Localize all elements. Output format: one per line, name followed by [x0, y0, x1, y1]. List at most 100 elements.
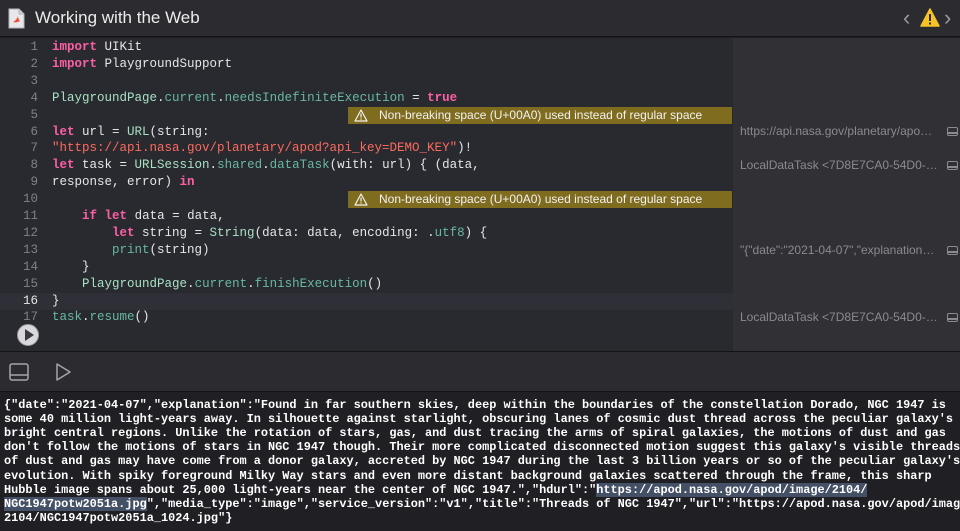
line-number: 1: [30, 40, 38, 54]
warning-icon[interactable]: [920, 8, 940, 27]
chevron-left-icon[interactable]: ‹: [903, 0, 910, 36]
code-token: response, error): [52, 175, 180, 190]
code-token: (): [367, 276, 383, 291]
result-row: "{"date":"2021-04-07","explanation":"Fou…: [740, 242, 958, 259]
quick-look-icon[interactable]: [947, 313, 958, 322]
code-line[interactable]: 11 if let data = data,: [0, 208, 733, 225]
code-line[interactable]: 13 print(string): [0, 242, 733, 259]
console-text: of dust and gas may have come from a don…: [4, 454, 960, 469]
code-token: data = data,: [127, 209, 225, 223]
code-text: print(string): [52, 242, 210, 259]
code-line[interactable]: 2 import PlaygroundSupport: [0, 56, 733, 73]
play-icon[interactable]: [54, 363, 72, 381]
code-line[interactable]: 16}: [0, 292, 733, 310]
result-value: LocalDataTask <7D8E7CA0-54D0-4A1B-9E2C-0…: [740, 310, 938, 324]
code-token: in: [179, 175, 195, 190]
console-line: don't follow the motions of stars in NGC…: [4, 440, 960, 454]
code-token: let: [104, 209, 128, 223]
line-number: 7: [30, 141, 38, 156]
quick-look-icon[interactable]: [947, 127, 958, 136]
line-number: 16: [22, 293, 38, 308]
code-text: let task = URLSession.shared.dataTask(wi…: [52, 157, 480, 174]
run-playground-button[interactable]: [17, 324, 39, 346]
code-line[interactable]: 6 let url = URL(string:: [0, 124, 733, 141]
code-token: (string:: [149, 124, 210, 139]
code-line[interactable]: 7 "https://api.nasa.gov/planetary/apod?ap…: [0, 140, 733, 157]
results-sidebar: https://api.nasa.gov/planetary/apod?api_…: [733, 38, 960, 351]
code-token: url =: [74, 124, 128, 139]
line-number: 15: [22, 276, 38, 291]
result-row: LocalDataTask <7D8E7CA0-54D0-4A1B-9E2C-0…: [740, 309, 958, 326]
code-text: "https://api.nasa.gov/planetary/apod?api…: [52, 140, 472, 157]
line-number: 14: [22, 259, 38, 274]
warning-icon: [354, 109, 368, 122]
console-text: ","media_type":"image","service_version"…: [146, 496, 960, 511]
code-token: UIKit: [97, 40, 143, 54]
warning-banner[interactable]: Non-breaking space (U+00A0) used instead…: [348, 107, 732, 124]
code-token: .: [217, 90, 225, 105]
code-token: URLSession: [134, 158, 210, 173]
code-line[interactable]: 9 response, error) in: [0, 174, 733, 191]
code-text: if let data = data,: [52, 208, 225, 225]
code-token: =: [404, 90, 428, 105]
code-token: .: [247, 276, 255, 291]
line-number: 10: [22, 192, 38, 207]
code-token: string =: [134, 225, 210, 240]
code-line[interactable]: 4 PlaygroundPage.current.needsIndefiniteE…: [0, 90, 733, 107]
code-token: (): [134, 310, 150, 325]
code-line[interactable]: 1 import UIKit: [0, 39, 733, 56]
line-number: 13: [22, 242, 38, 257]
console-line: of dust and gas may have come from a don…: [4, 454, 960, 468]
code-token: PlaygroundPage: [82, 276, 188, 291]
console-output[interactable]: {"date":"2021-04-07","explanation":"Foun…: [0, 392, 960, 531]
code-token: URL: [127, 124, 150, 139]
code-line[interactable]: 15 PlaygroundPage.current.finishExecutio…: [0, 276, 733, 293]
code-token: String: [209, 225, 255, 240]
code-text: import PlaygroundSupport: [52, 56, 232, 73]
code-line[interactable]: 8 let task = URLSession.shared.dataTask(w…: [0, 157, 733, 174]
debug-bar: [0, 351, 960, 392]
console-text: Hubble image spans about 25,000 light-ye…: [4, 482, 597, 497]
code-token: "https://api.nasa.gov/planetary/apod?api…: [52, 141, 458, 156]
code-token: true: [427, 90, 458, 105]
result-row: https://api.nasa.gov/planetary/apod?api_…: [740, 123, 958, 140]
line-number: 5: [30, 107, 38, 122]
console-line: Hubble image spans about 25,000 light-ye…: [4, 482, 868, 497]
warning-banner[interactable]: Non-breaking space (U+00A0) used instead…: [348, 191, 732, 208]
quick-look-icon[interactable]: [947, 246, 958, 255]
code-line[interactable]: 14 }: [0, 259, 733, 276]
code-text: PlaygroundPage.current.finishExecution(): [52, 276, 382, 293]
quick-look-icon[interactable]: [947, 161, 958, 170]
code-line[interactable]: 17 task.resume(): [0, 309, 733, 326]
window-title: Working with the Web: [35, 8, 200, 27]
code-token: .: [262, 158, 270, 173]
line-number: 12: [22, 225, 38, 240]
warning-message: Non-breaking space (U+00A0) used instead…: [379, 192, 703, 206]
line-number: 17: [22, 310, 38, 325]
code-line[interactable]: 3: [0, 73, 733, 90]
code-token: print: [112, 242, 150, 257]
console-line: NGC1947potw2051a.jpg","media_type":"imag…: [4, 496, 960, 511]
code-token: .: [157, 90, 165, 105]
code-token: finishExecution: [254, 276, 368, 291]
result-row: LocalDataTask <7D8E7CA0-54D0-4A1B-9E2C-0…: [740, 157, 958, 174]
code-text: }: [52, 259, 90, 276]
code-token: }: [52, 259, 90, 274]
line-number: 2: [30, 56, 38, 71]
console-line: some 40 million light-years away. In sil…: [4, 412, 953, 426]
console-line: {"date":"2021-04-07","explanation":"Foun…: [4, 398, 946, 412]
line-number: 11: [22, 209, 38, 223]
code-text: let string = String(data: data, encoding…: [52, 225, 487, 242]
selected-text: https://apod.nasa.gov/apod/image/2104/: [596, 482, 868, 497]
hide-console-icon[interactable]: [9, 363, 29, 381]
chevron-right-icon[interactable]: ›: [944, 0, 951, 36]
code-token: current: [194, 276, 248, 291]
code-text: PlaygroundPage.current.needsIndefiniteEx…: [52, 90, 457, 107]
line-number: 8: [30, 158, 38, 173]
code-token: import: [52, 56, 98, 71]
code-text: }: [52, 293, 60, 310]
code-line[interactable]: 12 let string = String(data: data, encod…: [0, 225, 733, 242]
code-editor[interactable]: 17 task.resume() 16} 15 PlaygroundPage.curr…: [0, 38, 733, 351]
